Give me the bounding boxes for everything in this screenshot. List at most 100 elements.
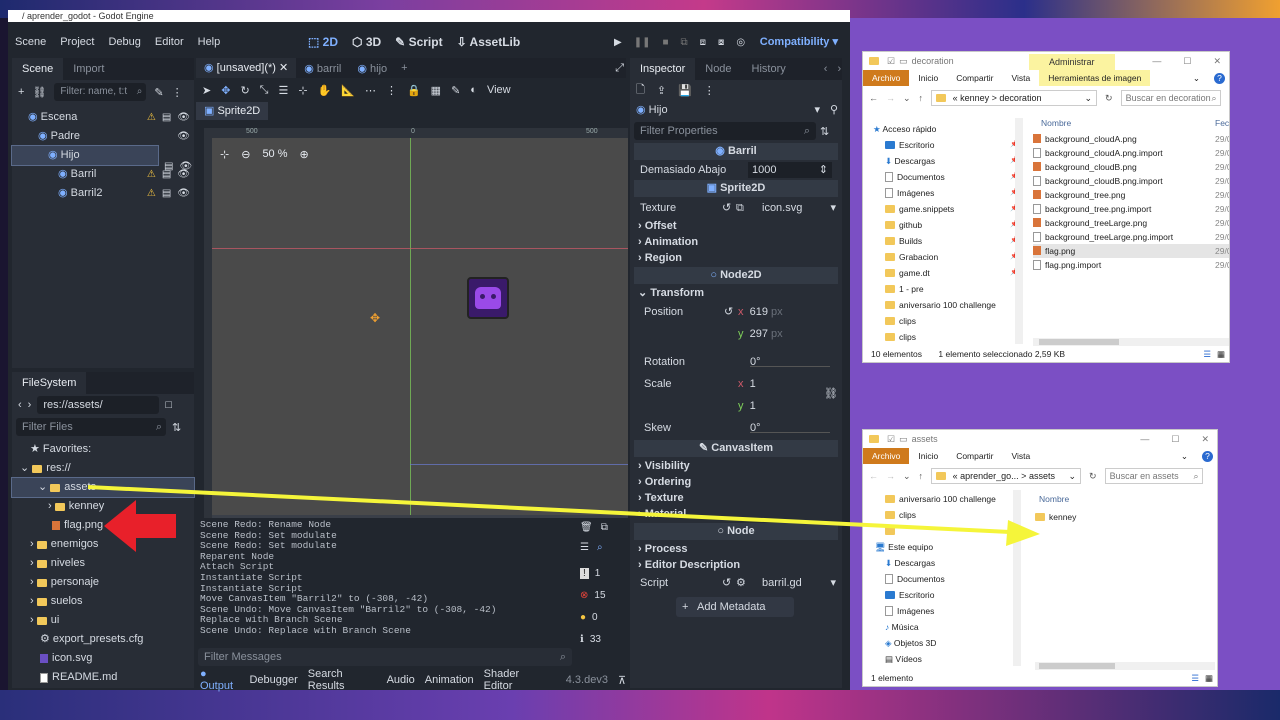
nav-item[interactable]: ▤ Vídeos	[863, 652, 1023, 666]
nav-item[interactable]: Documentos📌	[863, 170, 1021, 184]
file-row[interactable]: background_treeLarge.png29/0	[1033, 216, 1229, 230]
fs-folder-ui[interactable]: › ui	[12, 611, 194, 630]
zoom-out-icon[interactable]: ⊖	[241, 148, 250, 161]
fs-folder-suelos[interactable]: › suelos	[12, 592, 194, 611]
file-row[interactable]: kenney	[1035, 510, 1217, 524]
mode-script-button[interactable]: ✎ Script	[395, 35, 442, 49]
object-properties-icon[interactable]: ⚲	[830, 100, 838, 120]
help-icon[interactable]: ?	[1202, 450, 1213, 462]
tree-node-escena[interactable]: ◉ Escena ⚠ ▤ 👁	[12, 108, 194, 127]
ribbon-tab-inicio[interactable]: Inicio	[909, 70, 947, 86]
group-region[interactable]: › Region	[630, 250, 842, 266]
section-node2d[interactable]: ○ Node2D	[634, 267, 838, 284]
chevron-down-icon[interactable]: ⌄	[903, 93, 911, 104]
admin-context-tab[interactable]: Administrar	[1029, 54, 1115, 70]
horizontal-scrollbar[interactable]	[1035, 662, 1215, 670]
fs-folder-personaje[interactable]: › personaje	[12, 573, 194, 592]
scene-filter-input[interactable]: Filter: name, t:t ⌕	[54, 83, 147, 101]
camera-icon[interactable]: ◐	[470, 84, 477, 96]
tree-node-padre[interactable]: ◉ Padre 👁	[12, 127, 194, 146]
scroll-thumb[interactable]	[1039, 663, 1115, 669]
fs-folder-assets[interactable]: ⌄ assets	[11, 477, 195, 498]
file-row[interactable]: background_cloudA.png29/0	[1033, 132, 1229, 146]
nav-item[interactable]	[863, 524, 1023, 538]
visibility-icon[interactable]: 👁	[177, 108, 190, 127]
filesystem-path-input[interactable]: res://assets/	[37, 396, 160, 414]
movie-maker-icon[interactable]: ◎	[736, 37, 745, 48]
reset-position-icon[interactable]: ↺	[724, 301, 733, 323]
address-bar[interactable]: « kenney > decoration ⌄	[931, 90, 1098, 106]
filter-messages-button[interactable]: ! 1	[580, 562, 620, 584]
fs-file-readme[interactable]: README.md	[12, 668, 194, 687]
add-scene-tab-icon[interactable]: +	[395, 62, 413, 74]
nav-item[interactable]: Escritorio	[863, 588, 1023, 602]
chevron-down-icon[interactable]: ▾	[830, 198, 836, 218]
clear-log-icon[interactable]: 🗑	[580, 522, 593, 542]
mode-assetlib-button[interactable]: ⇩ AssetLib	[457, 35, 521, 49]
nav-item[interactable]: Imágenes📌	[863, 186, 1021, 200]
pivot-tool-icon[interactable]: ⊹	[298, 84, 307, 97]
tab-search-results[interactable]: Search Results	[308, 668, 377, 692]
nav-quick-access[interactable]: ★ Acceso rápido	[863, 122, 1021, 136]
script-resource-picker[interactable]: barril.gd	[762, 573, 802, 593]
menu-project[interactable]: Project	[53, 36, 101, 48]
load-resource-icon[interactable]: ⇪	[657, 84, 666, 97]
column-header-name[interactable]: Nombre	[1041, 118, 1071, 128]
forward-icon[interactable]: ›	[28, 399, 32, 411]
script-icon[interactable]: ▤	[162, 165, 171, 184]
expand-ribbon-icon[interactable]: ⌄	[1181, 451, 1188, 462]
section-barril[interactable]: ◉ Barril	[634, 143, 838, 160]
file-row[interactable]: background_tree.png.import29/0	[1033, 202, 1229, 216]
menu-scene[interactable]: Scene	[8, 36, 53, 48]
menu-editor[interactable]: Editor	[148, 36, 191, 48]
group-transform[interactable]: ⌄ Transform	[630, 285, 842, 301]
search-box[interactable]: Buscar en assets ⌕	[1104, 468, 1203, 484]
add-node-icon[interactable]: +	[18, 86, 24, 98]
scale-tool-icon[interactable]: ⤡	[260, 84, 269, 97]
scale-y-input[interactable]: y 1	[738, 395, 756, 417]
visibility-icon[interactable]: 👁	[177, 184, 190, 203]
rotation-slider[interactable]: 0°	[750, 351, 830, 368]
visibility-icon[interactable]: 👁	[177, 165, 190, 184]
tab-audio[interactable]: Audio	[387, 674, 415, 686]
fs-res-root[interactable]: ⌄ res://	[12, 459, 194, 478]
tab-history[interactable]: History	[742, 58, 796, 80]
tab-import[interactable]: Import	[63, 58, 114, 80]
nav-this-pc[interactable]: 🖥 Este equipo	[863, 540, 1023, 554]
position-y-input[interactable]: y 297 px	[738, 323, 783, 345]
fs-folder-enemigos[interactable]: › enemigos	[12, 535, 194, 554]
mode-2d-button[interactable]: ⬚ 2D	[308, 35, 338, 49]
fs-file-icon-svg[interactable]: icon.svg	[12, 649, 194, 668]
ruler-tool-icon[interactable]: 📐	[341, 84, 355, 97]
texture-resource-picker[interactable]: icon.svg	[762, 198, 802, 218]
file-row[interactable]: flag.png.import29/0	[1033, 258, 1229, 272]
menu-debug[interactable]: Debug	[101, 36, 147, 48]
tab-filesystem[interactable]: FileSystem	[12, 372, 87, 394]
fs-favorites[interactable]: ★ Favorites:	[12, 440, 194, 459]
zoom-in-icon[interactable]: ⊕	[300, 148, 309, 161]
group-ordering[interactable]: › Ordering	[630, 474, 842, 490]
visibility-icon[interactable]: 👁	[177, 127, 190, 146]
scale-x-input[interactable]: x 1	[738, 373, 756, 395]
file-row[interactable]: background_cloudA.png.import29/0	[1033, 146, 1229, 160]
nav-item[interactable]: ♪ Música	[863, 620, 1023, 634]
zoom-reset-icon[interactable]: ⊹	[220, 148, 229, 161]
address-bar[interactable]: « aprender_go... > assets ⌄	[931, 468, 1082, 484]
nav-item[interactable]: Documentos	[863, 572, 1023, 586]
save-resource-icon[interactable]: 💾	[678, 84, 692, 97]
stop-icon[interactable]: ■	[662, 37, 668, 48]
expand-ribbon-icon[interactable]: ⌄	[1193, 73, 1200, 84]
maximize-icon[interactable]: ☐	[1183, 56, 1191, 67]
search-icon[interactable]: ⌕	[597, 542, 603, 562]
script-icon[interactable]: ▤	[162, 184, 171, 203]
nav-item[interactable]: aniversario 100 challenge	[863, 492, 1023, 506]
layout-toggle-icon[interactable]: □	[165, 399, 172, 411]
collapse-icon[interactable]: ☰	[580, 542, 589, 562]
back-icon[interactable]: ‹	[18, 399, 22, 411]
quick-access-toolbar-icon[interactable]: ☑	[887, 56, 895, 67]
filter-info-button[interactable]: ℹ 33	[580, 628, 620, 650]
nav-item[interactable]: ◈ Objetos 3D	[863, 636, 1023, 650]
history-back-icon[interactable]: ‹	[824, 63, 828, 75]
pause-icon[interactable]: ❚❚	[634, 37, 651, 48]
close-icon[interactable]: ✕	[1213, 56, 1221, 67]
